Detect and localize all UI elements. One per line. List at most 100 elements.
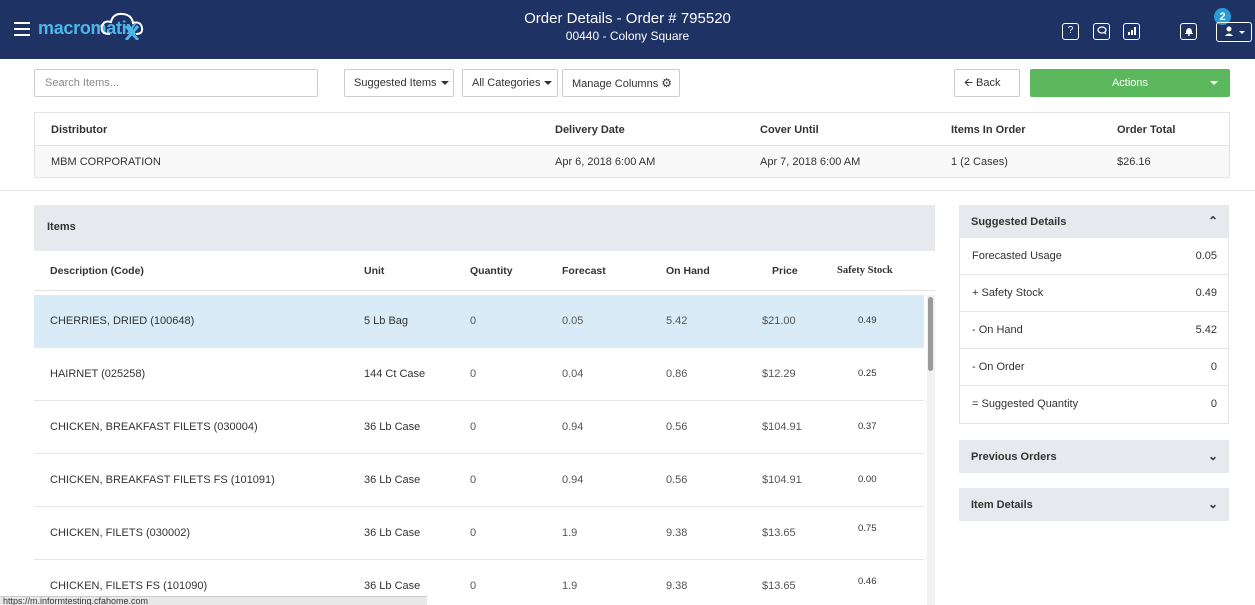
item-details-header[interactable]: Item Details ⌄ [959,488,1229,521]
item-unit: 36 Lb Case [364,527,421,539]
table-row[interactable]: HAIRNET (025258) 144 Ct Case 0 0.04 0.86… [34,348,924,401]
item-quantity[interactable]: 0 [470,368,476,380]
item-price: $12.29 [762,368,796,380]
table-row[interactable]: CHERRIES, DRIED (100648) 5 Lb Bag 0 0.05… [34,295,924,348]
suggested-row: - On Hand 5.42 [960,312,1228,349]
order-total-header: Order Total [1117,124,1176,136]
item-safety-stock: 0.75 [858,523,877,534]
order-total-value: $26.16 [1117,156,1151,168]
previous-orders-title: Previous Orders [971,451,1057,463]
item-price: $21.00 [762,315,796,327]
suggested-label: Forecasted Usage [972,250,1062,262]
chevron-down-icon [544,81,553,86]
table-row[interactable]: CHICKEN, BREAKFAST FILETS (030004) 36 Lb… [34,401,924,454]
logo-cloud-icon [100,12,144,40]
hamburger-menu-icon[interactable] [14,22,30,36]
item-on-hand: 0.56 [666,474,688,486]
actions-button[interactable]: Actions [1030,69,1230,97]
chevron-up-icon: ⌃ [1207,214,1218,228]
item-forecast: 0.94 [562,421,584,433]
item-unit: 36 Lb Case [364,580,421,592]
item-unit: 36 Lb Case [364,421,421,433]
cover-until-value: Apr 7, 2018 6:00 AM [760,156,861,168]
item-quantity[interactable]: 0 [470,527,476,539]
item-unit: 5 Lb Bag [364,315,409,327]
suggested-details-panel: Suggested Details ⌃ Forecasted Usage 0.0… [959,205,1229,424]
reports-button[interactable] [1123,23,1140,40]
col-on-hand[interactable]: On Hand [666,265,710,277]
suggested-row: - On Order 0 [960,349,1228,386]
items-title: Items [47,221,76,233]
item-safety-stock: 0.25 [858,368,877,379]
browser-status-bar: https://m.informtesting.cfahome.com [0,596,427,605]
suggested-value: 0.05 [1195,250,1217,262]
col-forecast[interactable]: Forecast [562,265,606,277]
item-unit: 36 Lb Case [364,474,421,486]
suggested-details-header[interactable]: Suggested Details ⌃ [959,205,1229,238]
col-description[interactable]: Description (Code) [50,265,144,277]
item-quantity[interactable]: 0 [470,580,476,592]
items-in-order-value: 1 (2 Cases) [951,156,1008,168]
col-safety-stock[interactable]: Safety Stock [837,265,893,276]
item-quantity[interactable]: 0 [470,315,476,327]
item-on-hand: 9.38 [666,580,688,592]
item-price: $104.91 [762,474,802,486]
items-scrollbar-thumb[interactable] [928,297,933,371]
signal-chart-icon [1127,27,1136,35]
previous-orders-header[interactable]: Previous Orders ⌄ [959,440,1229,473]
item-quantity[interactable]: 0 [470,421,476,433]
suggested-row: Forecasted Usage 0.05 [960,238,1228,275]
chat-button[interactable] [1093,23,1110,40]
items-panel: Items Description (Code) Unit Quantity F… [34,205,935,605]
arrow-left-icon: 🡨 [964,77,973,89]
summary-header-row: Distributor Delivery Date Cover Until It… [35,113,1229,146]
suggested-label: + Safety Stock [972,287,1044,299]
chevron-down-icon: ⌄ [1207,497,1218,511]
item-description: CHICKEN, BREAKFAST FILETS FS (101091) [50,474,275,486]
previous-orders-panel[interactable]: Previous Orders ⌄ [959,440,1229,473]
item-price: $13.65 [762,527,796,539]
suggested-label: - On Hand [972,324,1023,336]
table-row[interactable]: CHICKEN, BREAKFAST FILETS FS (101091) 36… [34,454,924,507]
item-quantity[interactable]: 0 [470,474,476,486]
item-forecast: 0.05 [562,315,584,327]
manage-columns-button[interactable]: Manage Columns ⚙ [562,69,680,97]
order-summary: Distributor Delivery Date Cover Until It… [34,112,1230,178]
help-button[interactable]: ? [1062,23,1079,40]
delivery-date-value: Apr 6, 2018 6:00 AM [555,156,656,168]
help-icon: ? [1067,25,1074,36]
item-unit: 144 Ct Case [364,368,426,380]
item-on-hand: 0.86 [666,368,688,380]
user-menu-button[interactable] [1216,22,1252,42]
items-panel-header: Items [34,205,935,251]
table-row[interactable]: CHICKEN, FILETS (030002) 36 Lb Case 0 1.… [34,507,924,560]
user-icon [1225,26,1245,36]
delivery-date-header: Delivery Date [555,124,625,136]
notifications-button[interactable] [1180,23,1197,40]
item-on-hand: 0.56 [666,421,688,433]
item-price: $104.91 [762,421,802,433]
item-description: CHERRIES, DRIED (100648) [50,315,195,327]
item-forecast: 1.9 [562,580,578,592]
chat-icon [1096,26,1107,35]
back-button[interactable]: 🡨 Back [954,69,1020,97]
summary-data-row: MBM CORPORATION Apr 6, 2018 6:00 AM Apr … [35,146,1229,177]
suggested-details-title: Suggested Details [971,216,1067,228]
chevron-down-icon: ⌄ [1207,449,1218,463]
back-label: Back [976,77,1001,89]
chevron-down-icon [1210,81,1218,85]
all-categories-dropdown[interactable]: All Categories [462,69,558,97]
search-items-input[interactable] [34,69,318,97]
cover-until-header: Cover Until [760,124,819,136]
item-description: HAIRNET (025258) [50,368,146,380]
suggested-items-dropdown[interactable]: Suggested Items [344,69,454,97]
item-forecast: 0.04 [562,368,584,380]
item-details-panel[interactable]: Item Details ⌄ [959,488,1229,521]
col-price[interactable]: Price [772,265,798,277]
items-column-headers: Description (Code) Unit Quantity Forecas… [34,251,935,291]
col-quantity[interactable]: Quantity [470,265,513,277]
distributor-header: Distributor [51,124,108,136]
suggested-label: - On Order [972,361,1025,373]
col-unit[interactable]: Unit [364,265,384,277]
item-details-title: Item Details [971,499,1033,511]
